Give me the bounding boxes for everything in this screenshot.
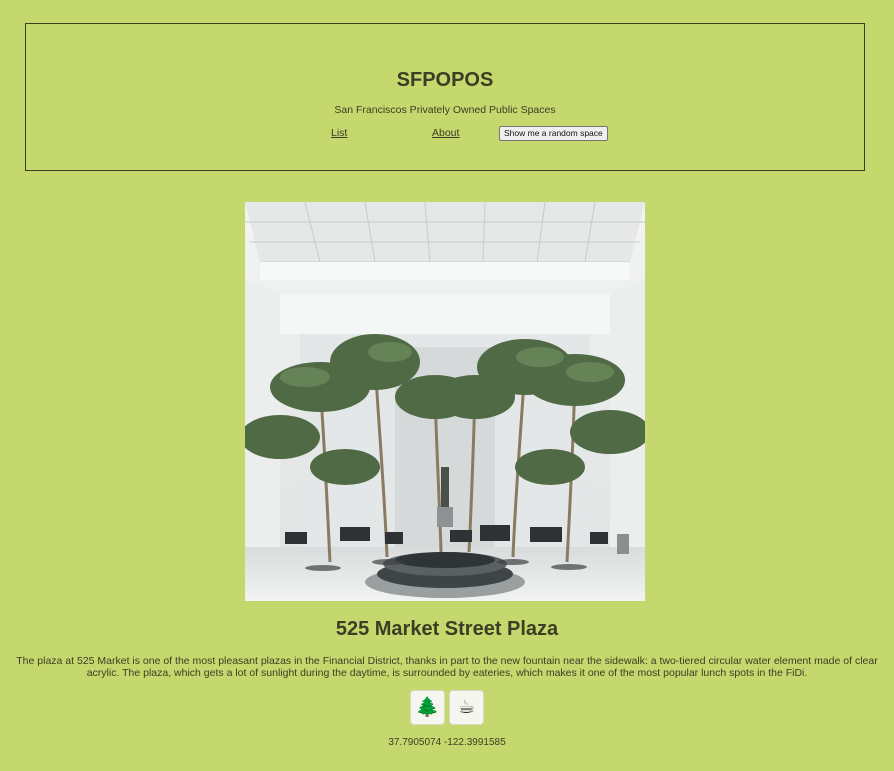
feature-icons: 🌲 ☕	[0, 690, 894, 725]
coffee-icon: ☕	[449, 690, 484, 725]
tree-icon: 🌲	[410, 690, 445, 725]
nav-link-list[interactable]: List	[331, 127, 347, 139]
site-header: SFPOPOS San Franciscos Privately Owned P…	[25, 23, 865, 171]
space-photo	[245, 202, 645, 601]
space-description: The plaza at 525 Market is one of the mo…	[16, 655, 878, 679]
site-subtitle: San Franciscos Privately Owned Public Sp…	[334, 104, 556, 116]
nav-link-about[interactable]: About	[432, 127, 459, 139]
random-space-button[interactable]: Show me a random space	[499, 126, 608, 141]
site-title: SFPOPOS	[396, 69, 494, 91]
space-coordinates: 37.7905074 -122.3991585	[388, 737, 506, 748]
space-title: 525 Market Street Plaza	[335, 618, 559, 640]
